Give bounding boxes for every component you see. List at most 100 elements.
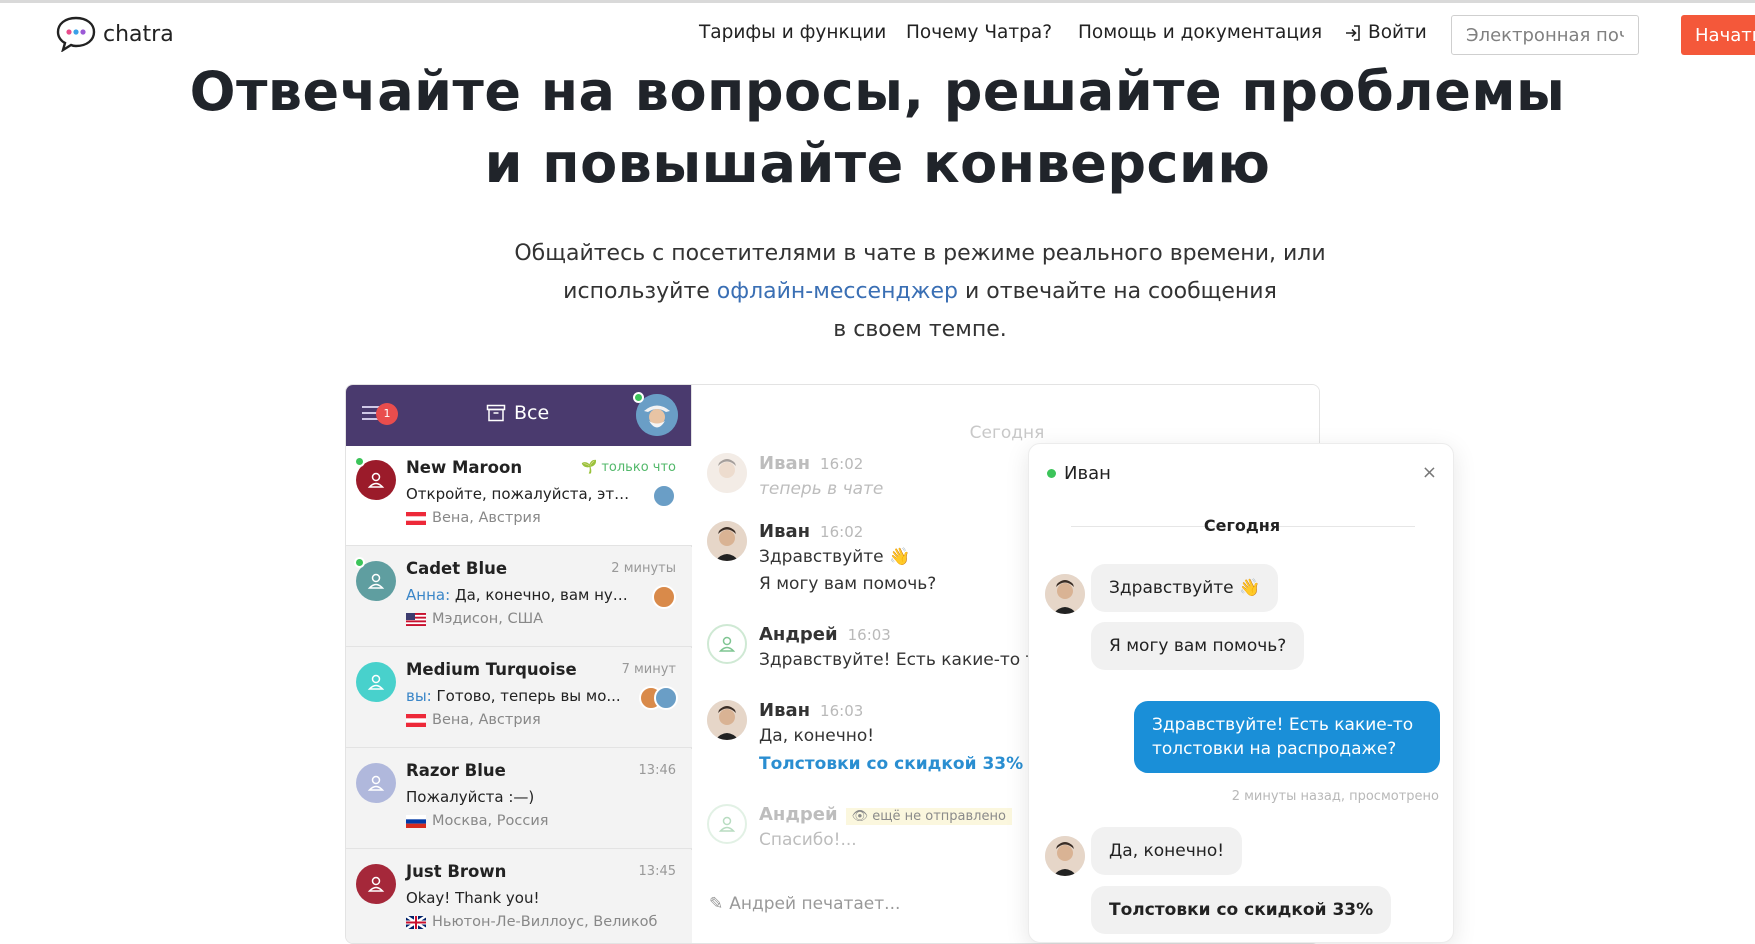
author-name: Андрей [759,624,838,645]
user-icon [367,775,385,791]
conversation-time: 7 минут [621,662,676,677]
flag-austria-icon [406,511,426,525]
message-author: Андрей 16:03 [759,624,891,645]
location-text: Вена, Австрия [432,712,541,728]
sidebar-title: Все [514,402,550,424]
incoming-bubble: Да, конечно! [1091,827,1243,875]
hero-sub-line-2: используйте офлайн-мессенджер и отвечайт… [400,273,1440,311]
location-text: Москва, Россия [432,813,549,829]
hero-title-line-2: и повышайте конверсию [484,132,1271,195]
message-text: Здравствуйте! Есть какие-то то [759,650,1046,670]
user-icon [367,876,385,892]
sidebar-filter[interactable]: Все [486,402,549,424]
user-icon [718,816,736,832]
nav-pricing[interactable]: Тарифы и функции [699,22,886,43]
author-name: Иван [759,453,811,474]
offline-messenger-link[interactable]: офлайн-мессенджер [717,279,958,304]
login-label: Войти [1368,22,1427,43]
preview-text: Откройте, пожалуйста, эту с... [406,485,636,503]
widget-header: Иван [1047,463,1111,484]
location-text: Ньютон-Ле-Виллоус, Великоб [432,914,658,930]
conversation-name: Razor Blue [406,761,506,780]
assigned-agent-avatar [652,585,676,609]
conversation-item[interactable]: Medium Turquoise 7 минут вы: Готово, теп… [346,648,692,748]
message-text: Спасибо!... [759,830,857,850]
online-status-dot [1047,469,1056,478]
typing-text: Андрей печатает... [729,894,901,914]
message-status: 2 минуты назад, просмотрено [1231,789,1439,804]
close-icon[interactable]: × [1422,462,1437,483]
not-sent-text: ещё не отправлено [872,809,1006,824]
menu-badge: 1 [376,403,398,425]
preview-text: Пожалуйста :—) [406,788,535,806]
conversation-location: Мэдисон, США [406,611,543,627]
conversation-name: Medium Turquoise [406,660,577,679]
sprout-icon: 🌱 [581,460,598,475]
visitor-online-dot [354,557,365,568]
user-icon [367,472,385,488]
author-name: Иван [759,521,811,542]
conversation-location: Вена, Австрия [406,510,541,526]
agent-avatar [1045,836,1085,876]
visitor-avatar [356,662,396,702]
location-text: Мэдисон, США [432,611,544,627]
email-input[interactable] [1451,15,1639,55]
message-time: 16:02 [820,523,864,541]
hero-title: Отвечайте на вопросы, решайте проблемы и… [0,56,1755,200]
top-border [0,0,1755,3]
message-text: теперь в чате [759,479,884,499]
conversation-preview: Откройте, пожалуйста, эту с... [406,485,636,503]
author-name: Иван [759,700,811,721]
visitor-avatar [707,624,747,664]
nav-help-docs[interactable]: Помощь и документация [1078,22,1322,43]
product-link[interactable]: Толстовки со скидкой 33% [759,754,1023,774]
hero-sub-text: и отвечайте на сообщения [958,279,1277,304]
preview-author: Анна: [406,586,455,604]
agent-online-dot [633,392,644,403]
conversation-item[interactable]: Razor Blue 13:46 Пожалуйста :—) Москва, … [346,749,692,849]
message-time: 16:03 [847,626,891,644]
conversation-name: Cadet Blue [406,559,508,578]
conversation-name: Just Brown [406,862,507,881]
chat-bubble-logo-icon [56,16,96,52]
visitor-avatar [356,763,396,803]
outgoing-bubble: Здравствуйте! Есть какие-то толстовки на… [1134,701,1440,773]
conversation-item[interactable]: Just Brown 13:45 Okay! Thank you! Ньютон… [346,850,692,943]
conversation-time: 13:46 [638,763,676,778]
flag-russia-icon [406,814,426,828]
conversation-name: New Maroon [406,458,523,477]
conversation-time: 2 минуты [611,561,676,576]
logo[interactable]: chatra [55,16,174,52]
agent-avatar [1045,574,1085,614]
conversation-preview: Анна: Да, конечно, вам нуж... [406,586,636,604]
conversation-location: Вена, Австрия [406,712,541,728]
login-link[interactable]: Войти [1343,22,1427,43]
conversation-preview: вы: Готово, теперь вы мо... [406,687,636,705]
user-icon [367,674,385,690]
nav-why-chatra[interactable]: Почему Чатра? [906,22,1052,43]
message-author: Андрей 👁 ещё не отправлено [759,804,1012,825]
hero-title-line-1: Отвечайте на вопросы, решайте проблемы [189,60,1566,123]
location-text: Вена, Австрия [432,510,541,526]
chat-widget: Иван × Сегодня Здравствуйте 👋 Я могу вам… [1028,443,1454,943]
chat-day-separator: Сегодня [969,423,1045,443]
conversation-time: 13:45 [638,864,676,879]
visitor-avatar [707,804,747,844]
conversation-item[interactable]: New Maroon 🌱 только что Откройте, пожалу… [346,446,692,546]
preview-text: Готово, теперь вы мо... [436,687,621,705]
hero-sub-text: используйте [563,279,717,304]
conversation-time-text: только что [601,460,676,475]
archive-icon [486,404,506,422]
hero-subtitle: Общайтесь с посетителями в чате в режиме… [400,235,1440,349]
visitor-avatar [356,864,396,904]
start-button[interactable]: Начать [1681,15,1755,55]
assigned-agent-avatar [652,484,676,508]
conversation-location: Москва, Россия [406,813,548,829]
agent-avatar [707,453,747,493]
sidebar-header: 1 Все [346,385,691,446]
hero-sub-line-3: в своем темпе. [833,317,1007,342]
hero-sub-line-1: Общайтесь с посетителями в чате в режиме… [514,241,1326,266]
conversation-item[interactable]: Cadet Blue 2 минуты Анна: Да, конечно, в… [346,547,692,647]
assigned-agent-avatar [654,686,678,710]
preview-text: Okay! Thank you! [406,889,540,907]
